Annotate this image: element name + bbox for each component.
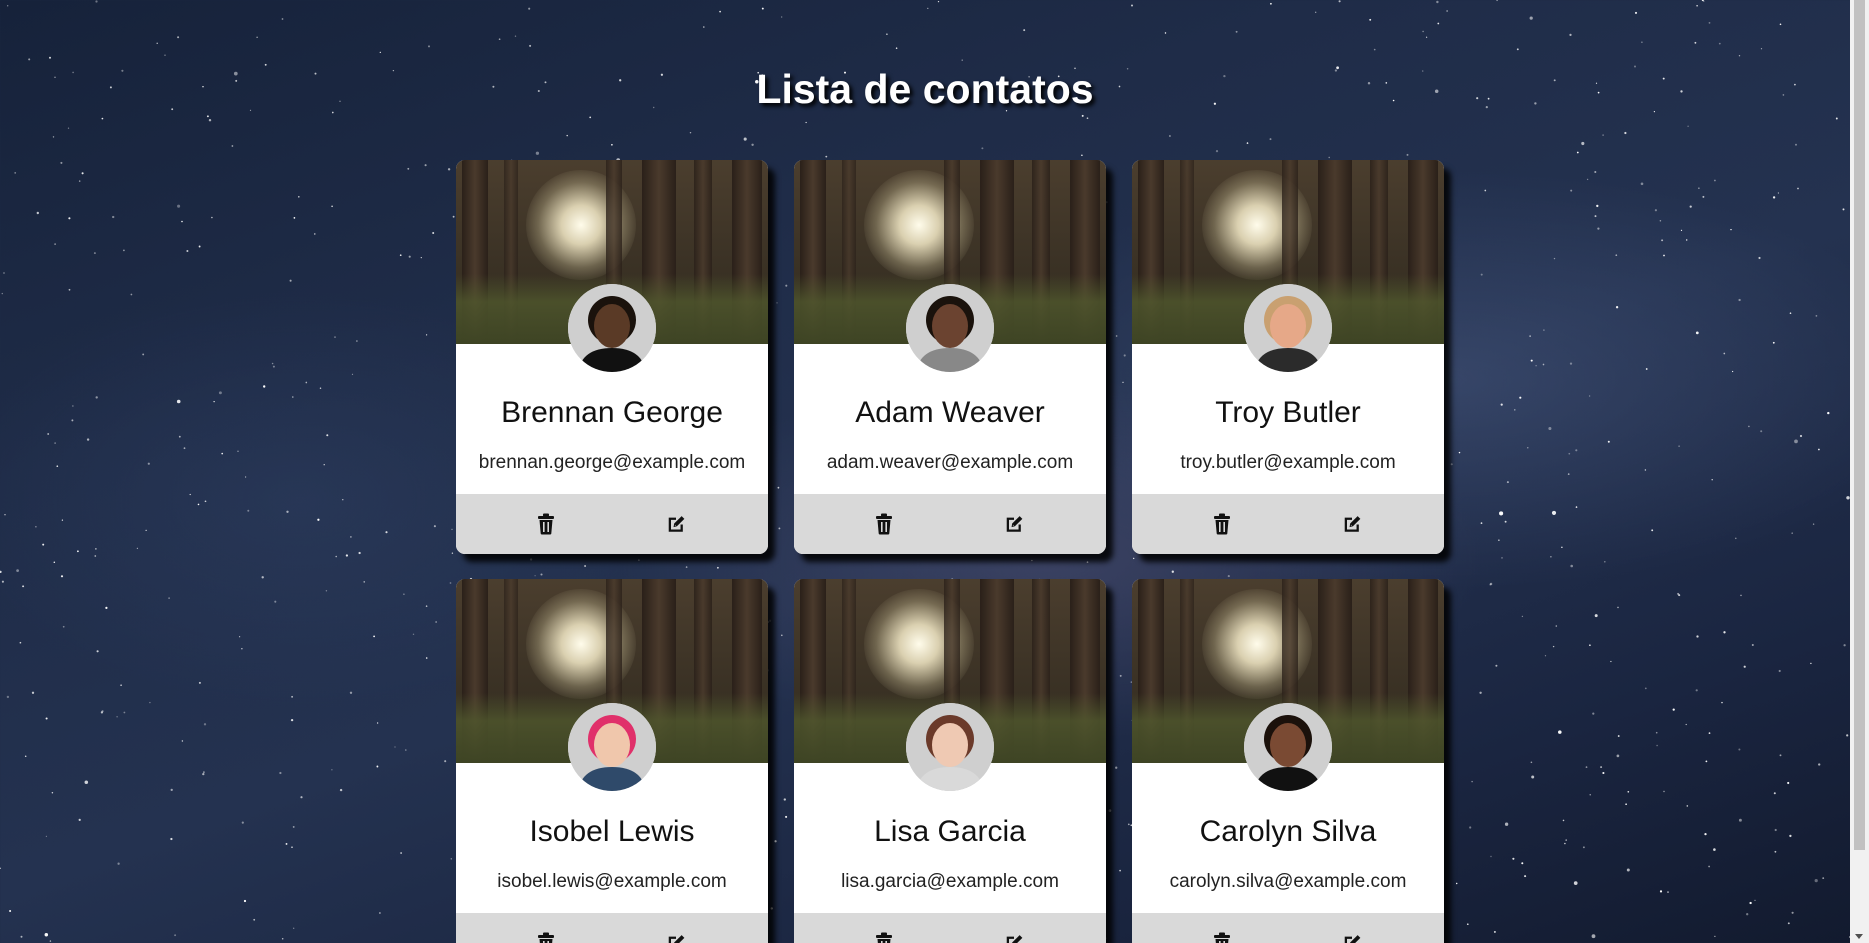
pencil-square-icon <box>668 516 685 532</box>
pencil-square-icon <box>1344 516 1361 532</box>
edit-button[interactable] <box>1340 512 1364 536</box>
contact-email: isobel.lewis@example.com <box>497 871 727 892</box>
trash-icon <box>876 513 892 535</box>
contact-email: troy.butler@example.com <box>1180 452 1396 473</box>
contacts-grid: Brennan George brennan.george@example.co… <box>456 160 1444 943</box>
delete-button[interactable] <box>872 931 896 943</box>
contact-card: Lisa Garcia lisa.garcia@example.com <box>794 579 1106 943</box>
contact-email: adam.weaver@example.com <box>826 452 1074 473</box>
contact-card: Troy Butler troy.butler@example.com <box>1132 160 1444 554</box>
edit-button[interactable] <box>1002 512 1026 536</box>
contact-name: Brennan George <box>501 396 723 429</box>
delete-button[interactable] <box>1210 512 1234 536</box>
contact-email: brennan.george@example.com <box>478 452 746 473</box>
contact-name: Carolyn Silva <box>1199 815 1377 848</box>
avatar <box>568 284 656 372</box>
pencil-square-icon <box>1344 935 1361 943</box>
scroll-down-arrow-icon[interactable] <box>1855 934 1863 939</box>
card-actions <box>794 913 1106 943</box>
avatar <box>906 703 994 791</box>
contact-email: carolyn.silva@example.com <box>1169 871 1407 892</box>
trash-icon <box>876 932 892 943</box>
delete-button[interactable] <box>872 512 896 536</box>
contact-name: Adam Weaver <box>855 396 1045 429</box>
contact-name: Isobel Lewis <box>529 815 695 848</box>
contact-card: Carolyn Silva carolyn.silva@example.com <box>1132 579 1444 943</box>
card-actions <box>794 494 1106 554</box>
contact-card: Adam Weaver adam.weaver@example.com <box>794 160 1106 554</box>
pencil-square-icon <box>1006 935 1023 943</box>
delete-button[interactable] <box>534 931 558 943</box>
contact-email: lisa.garcia@example.com <box>841 871 1059 892</box>
page-title: Lista de contatos <box>756 66 1094 112</box>
trash-icon <box>538 513 554 535</box>
scrollbar-thumb[interactable] <box>1854 0 1865 850</box>
delete-button[interactable] <box>534 512 558 536</box>
contact-name: Lisa Garcia <box>874 815 1026 848</box>
edit-button[interactable] <box>664 931 688 943</box>
contact-card: Isobel Lewis isobel.lewis@example.com <box>456 579 768 943</box>
card-actions <box>1132 494 1444 554</box>
delete-button[interactable] <box>1210 931 1234 943</box>
card-actions <box>456 913 768 943</box>
trash-icon <box>538 932 554 943</box>
card-actions <box>456 494 768 554</box>
avatar <box>1244 703 1332 791</box>
edit-button[interactable] <box>1002 931 1026 943</box>
trash-icon <box>1214 513 1230 535</box>
card-actions <box>1132 913 1444 943</box>
avatar <box>568 703 656 791</box>
vertical-scrollbar[interactable] <box>1850 0 1869 943</box>
pencil-square-icon <box>668 935 685 943</box>
trash-icon <box>1214 932 1230 943</box>
avatar <box>1244 284 1332 372</box>
contact-card: Brennan George brennan.george@example.co… <box>456 160 768 554</box>
edit-button[interactable] <box>1340 931 1364 943</box>
pencil-square-icon <box>1006 516 1023 532</box>
contact-name: Troy Butler <box>1215 396 1361 429</box>
edit-button[interactable] <box>664 512 688 536</box>
avatar <box>906 284 994 372</box>
